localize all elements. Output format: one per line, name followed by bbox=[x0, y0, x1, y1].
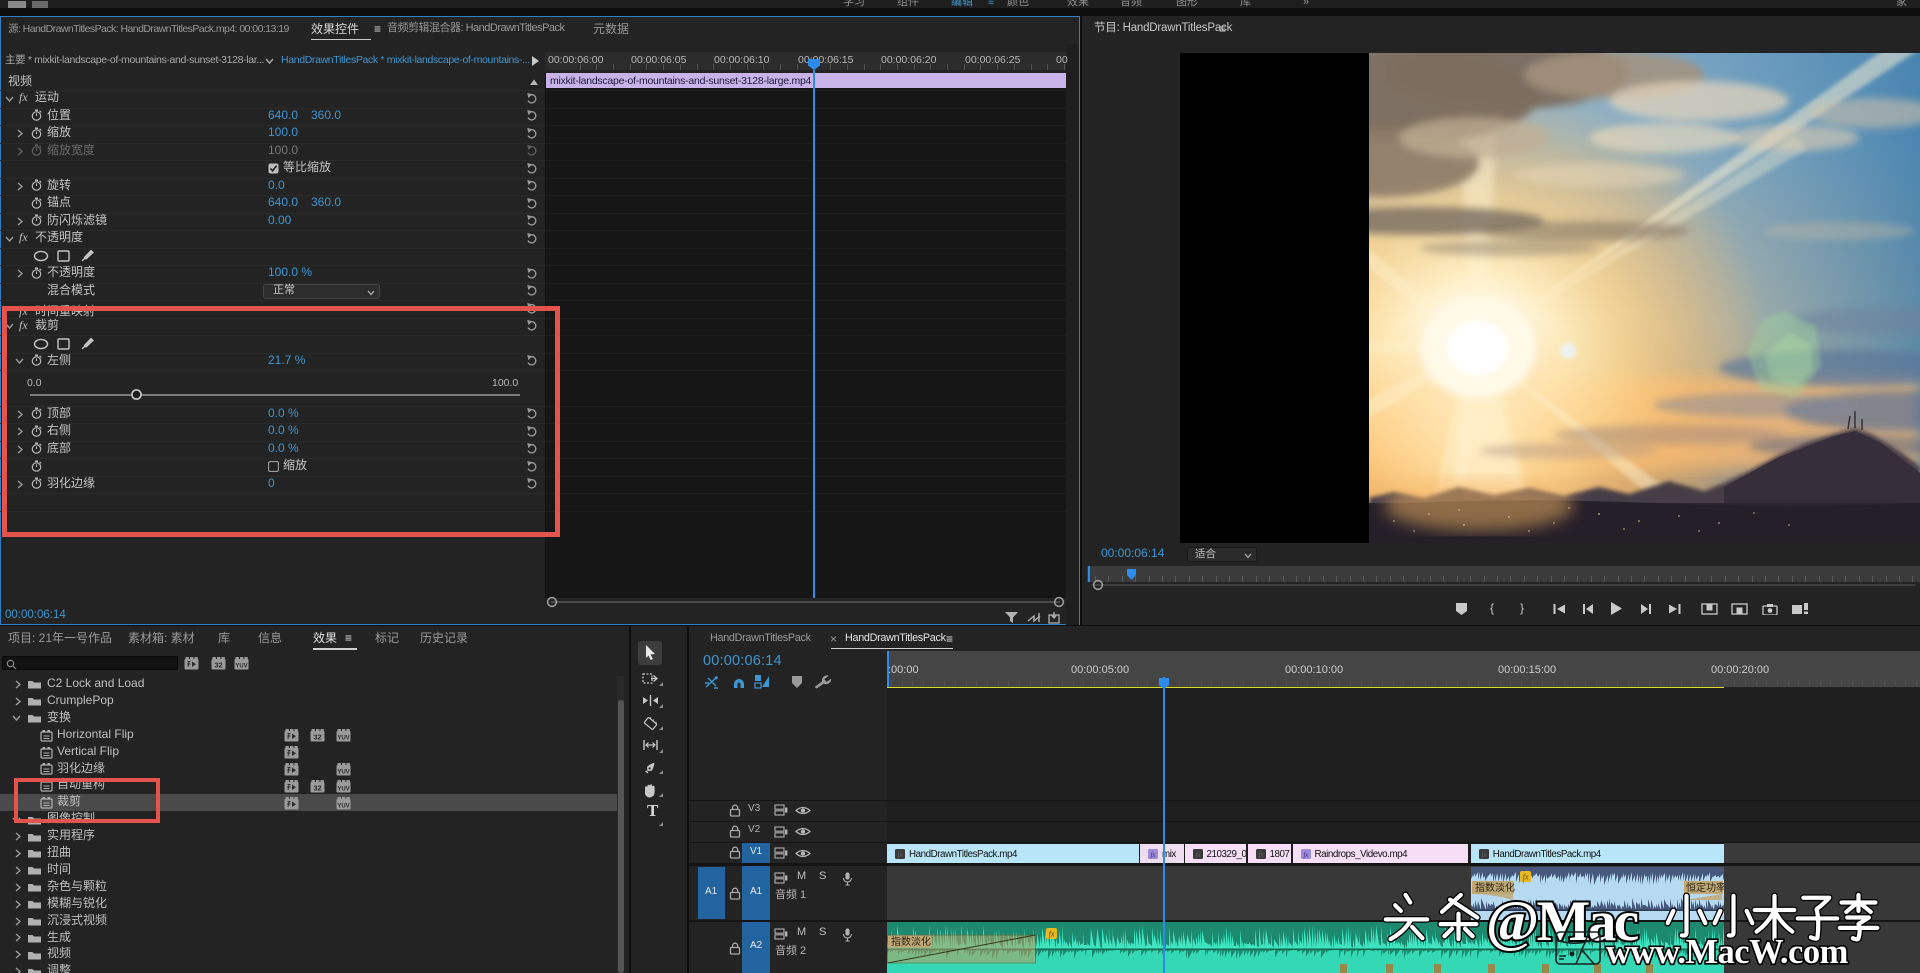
svg-text:www.MacW.com: www.MacW.com bbox=[1606, 933, 1849, 971]
svg-text:fx: fx bbox=[1303, 850, 1309, 858]
svg-text:fx: fx bbox=[1195, 850, 1201, 858]
svg-text:YUV: YUV bbox=[337, 769, 349, 775]
svg-text:32: 32 bbox=[313, 733, 321, 742]
svg-text:YUV: YUV bbox=[337, 786, 349, 792]
svg-text:32: 32 bbox=[313, 783, 321, 792]
svg-text:fx: fx bbox=[897, 850, 903, 858]
svg-text:fx: fx bbox=[1258, 850, 1264, 858]
svg-text:YUV: YUV bbox=[337, 803, 349, 809]
svg-text:指数淡化: 指数淡化 bbox=[891, 935, 931, 948]
svg-text:fx: fx bbox=[1049, 930, 1055, 939]
svg-text:YUV: YUV bbox=[337, 736, 349, 742]
svg-text:fx: fx bbox=[1481, 850, 1487, 858]
svg-text:fx: fx bbox=[1150, 850, 1156, 858]
